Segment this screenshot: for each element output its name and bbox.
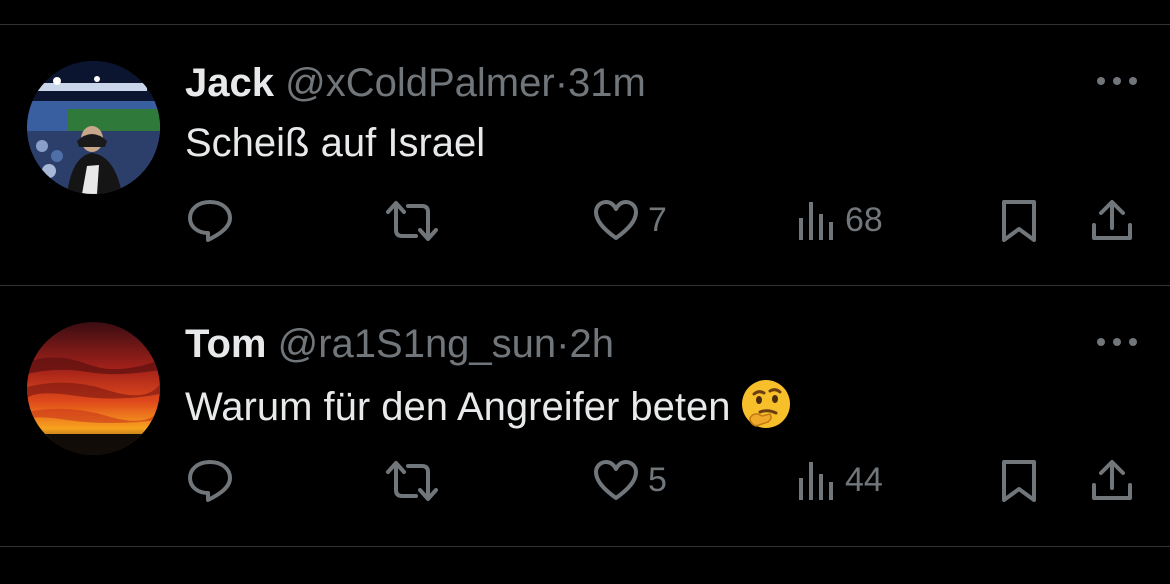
more-icon[interactable] <box>1095 332 1139 352</box>
share-button[interactable] <box>1089 458 1135 504</box>
avatar-image-sunset <box>27 322 160 455</box>
like-icon <box>594 200 638 240</box>
tweet[interactable]: Jack @xColdPalmer·31m Scheiß auf Israel <box>0 25 1170 285</box>
timestamp[interactable]: 2h <box>570 322 615 366</box>
view-count: 68 <box>845 200 883 239</box>
separator: · <box>556 322 570 366</box>
divider <box>0 546 1170 547</box>
like-count: 7 <box>648 200 667 239</box>
timeline: Jack @xColdPalmer·31m Scheiß auf Israel <box>0 0 1170 584</box>
bookmark-button[interactable] <box>999 198 1039 244</box>
like-count: 5 <box>648 460 667 499</box>
tweet-text: Warum für den Angreifer beten <box>185 378 792 431</box>
timestamp[interactable]: 31m <box>568 61 646 105</box>
retweet-icon <box>386 201 438 241</box>
reply-icon <box>188 200 232 242</box>
thinking-face-emoji <box>742 380 791 428</box>
retweet-icon <box>386 461 438 501</box>
more-icon[interactable] <box>1095 71 1139 91</box>
views-icon <box>799 202 833 240</box>
separator: · <box>554 61 569 105</box>
tweet-header: Tom @ra1S1ng_sun·2h <box>185 322 614 366</box>
bookmark-icon <box>1002 200 1036 242</box>
handle[interactable]: @ra1S1ng_sun <box>278 322 557 366</box>
tweet-header: Jack @xColdPalmer·31m <box>185 61 646 105</box>
display-name[interactable]: Jack <box>185 61 274 105</box>
share-button[interactable] <box>1089 198 1135 244</box>
like-button[interactable]: 5 <box>592 458 667 502</box>
avatar-image-stadium <box>27 61 160 194</box>
share-icon <box>1092 200 1132 240</box>
view-count: 44 <box>845 460 883 499</box>
display-name[interactable]: Tom <box>185 322 266 366</box>
retweet-button[interactable] <box>384 458 440 504</box>
views-button[interactable]: 68 <box>797 198 883 242</box>
views-button[interactable]: 44 <box>797 458 883 502</box>
avatar[interactable] <box>27 322 160 455</box>
reply-button[interactable] <box>186 458 234 504</box>
like-icon <box>594 460 638 500</box>
bookmark-button[interactable] <box>999 458 1039 504</box>
handle[interactable]: @xColdPalmer <box>285 61 555 105</box>
views-icon <box>799 462 833 500</box>
avatar[interactable] <box>27 61 160 194</box>
reply-icon <box>188 460 232 502</box>
like-button[interactable]: 7 <box>592 198 667 242</box>
bookmark-icon <box>1002 460 1036 502</box>
tweet-text: Scheiß auf Israel <box>185 121 486 165</box>
share-icon <box>1092 460 1132 500</box>
tweet-text-content: Warum für den Angreifer beten <box>185 385 731 429</box>
reply-button[interactable] <box>186 198 234 244</box>
retweet-button[interactable] <box>384 198 440 244</box>
tweet[interactable]: Tom @ra1S1ng_sun·2h Warum für den Angrei… <box>0 286 1170 546</box>
